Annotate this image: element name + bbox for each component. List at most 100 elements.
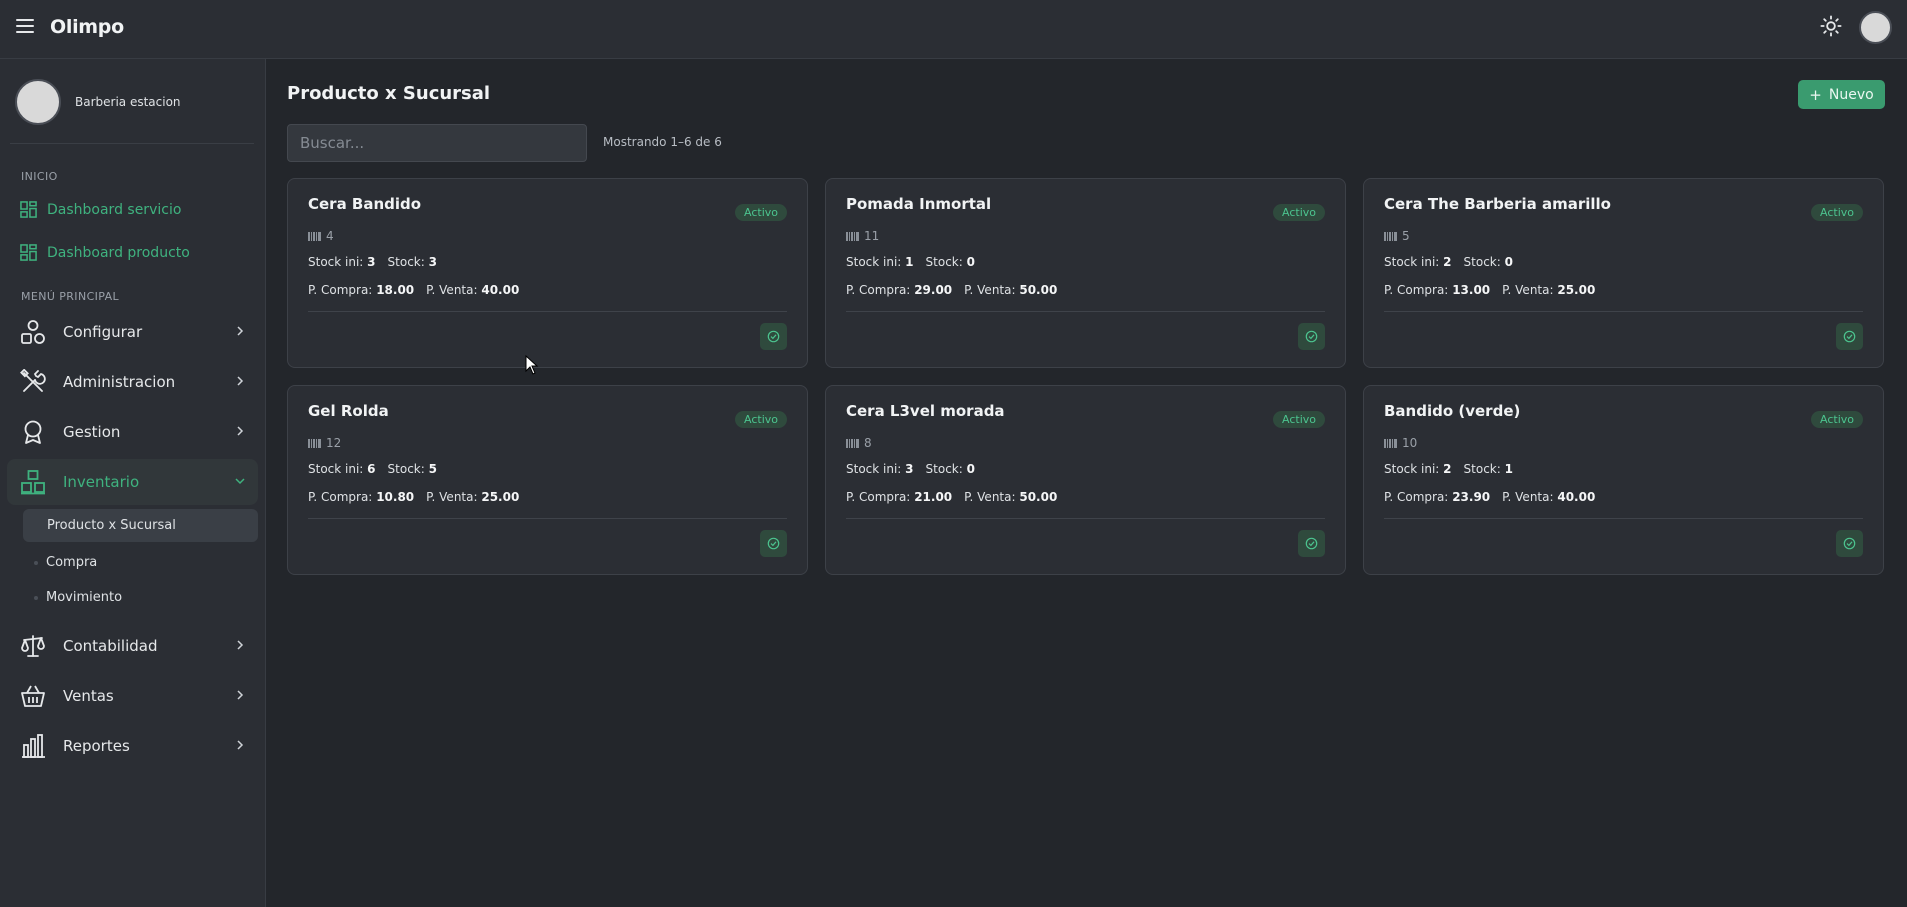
check-circle-icon[interactable] [1836,323,1863,350]
price-line: P. Compra: 29.00 P. Venta: 50.00 [846,283,1057,297]
p-compra-value: 18.00 [376,283,415,297]
product-name: Bandido (verde) [1384,402,1521,420]
stock-ini-value: 1 [905,255,914,269]
sidebar-item-dashboard-producto[interactable]: Dashboard producto [20,244,190,261]
check-circle-icon[interactable] [760,530,787,557]
sun-icon[interactable] [1820,15,1842,37]
inventario-label: Inventario [63,473,140,491]
stock-line: Stock ini: 6 Stock: 5 [308,462,437,476]
mouse-cursor-icon [525,355,539,375]
stock-line: Stock ini: 3 Stock: 3 [308,255,437,269]
basket-icon [21,685,45,707]
top-bar: Olimpo [0,0,1907,59]
product-card[interactable]: Gel Rolda Activo 12 Stock ini: 6 Stock: 5… [287,385,808,575]
grid-icon [20,244,37,261]
product-card[interactable]: Bandido (verde) Activo 10 Stock ini: 2 St… [1363,385,1884,575]
product-card[interactable]: Cera L3vel morada Activo 8 Stock ini: 3S… [825,385,1346,575]
price-line: P. Compra: 18.00 P. Venta: 40.00 [308,283,519,297]
sidebar-item-administracion[interactable]: Administracion [7,359,258,405]
stock-line: Stock ini: 3 Stock: 0 [846,462,975,476]
stock-line: Stock ini: 2 Stock: 1 [1384,462,1513,476]
configurar-label: Configurar [63,323,143,341]
price-line: P. Compra: 10.80 P. Venta: 25.00 [308,490,519,504]
sidebar-username: Barberia estacion [75,95,181,109]
bar-chart-icon [22,734,45,758]
product-code: 5 [1384,229,1410,243]
new-button-label: Nuevo [1828,86,1874,103]
sidebar-user: Barberia estacion [15,79,181,125]
check-circle-icon[interactable] [1836,530,1863,557]
p-compra-label: P. Compra: [1384,490,1449,504]
status-badge: Activo [735,411,787,428]
p-venta-value: 25.00 [1557,283,1596,297]
plus-icon: + [1809,85,1822,104]
product-code-value: 12 [326,436,342,450]
sidebar-item-contabilidad[interactable]: Contabilidad [7,623,258,669]
chevron-right-icon [237,326,244,336]
product-code: 10 [1384,436,1417,450]
chevron-down-icon [235,478,245,485]
p-venta-value: 25.00 [481,490,520,504]
stock-value: 5 [428,462,437,476]
barcode-icon [308,438,321,448]
new-button[interactable]: + Nuevo [1798,80,1885,109]
p-venta-label: P. Venta: [1502,283,1554,297]
stock-label: Stock: [387,462,425,476]
p-compra-label: P. Compra: [1384,283,1449,297]
stock-label: Stock: [387,255,425,269]
p-venta-label: P. Venta: [426,490,478,504]
p-venta-label: P. Venta: [964,283,1016,297]
product-card[interactable]: Pomada Inmortal Activo 11 Stock ini: 1 St… [825,178,1346,368]
product-card[interactable]: Cera Bandido Activo 4 Stock ini: 3 Stock:… [287,178,808,368]
card-divider [846,518,1325,519]
product-name: Pomada Inmortal [846,195,992,213]
sidebar-subitem-compra[interactable]: Compra [23,546,258,579]
price-line: P. Compra: 23.90 P. Venta: 40.00 [1384,490,1595,504]
p-venta-value: 50.00 [1019,283,1058,297]
stock-value: 0 [966,462,975,476]
sidebar-item-reportes[interactable]: Reportes [7,723,258,769]
section-inicio-label: INICIO [21,170,58,183]
product-card[interactable]: Cera The Barberia amarillo Activo 5 Stoc… [1363,178,1884,368]
price-line: P. Compra: 21.00 P. Venta: 50.00 [846,490,1057,504]
search-input[interactable] [287,124,587,162]
stock-line: Stock ini: 1 Stock: 0 [846,255,975,269]
p-venta-label: P. Venta: [426,283,478,297]
product-name: Cera L3vel morada [846,402,1005,420]
stock-ini-value: 2 [1443,255,1452,269]
sidebar-item-configurar[interactable]: Configurar [7,309,258,355]
check-circle-icon[interactable] [1298,530,1325,557]
sidebar-item-dashboard-servicio[interactable]: Dashboard servicio [20,201,181,218]
check-circle-icon[interactable] [760,323,787,350]
stock-value: 0 [966,255,975,269]
gestion-label: Gestion [63,423,121,441]
chevron-right-icon [237,740,244,750]
status-badge: Activo [735,204,787,221]
sidebar-subitem-movimiento[interactable]: Movimiento [23,581,258,614]
product-code: 11 [846,229,879,243]
bullet-icon [34,560,38,565]
sidebar-subitem-producto-sucursal[interactable]: Producto x Sucursal [23,509,258,542]
card-divider [846,311,1325,312]
sidebar-item-inventario[interactable]: Inventario [7,459,258,505]
sidebar-item-gestion[interactable]: Gestion [7,409,258,455]
barcode-icon [846,231,859,241]
product-code-value: 10 [1402,436,1418,450]
sidebar: Barberia estacion INICIO Dashboard servi… [0,59,266,907]
barcode-icon [308,231,321,241]
stock-ini-value: 3 [905,462,914,476]
ventas-label: Ventas [63,687,114,705]
sidebar-divider [10,143,254,144]
p-compra-label: P. Compra: [308,490,373,504]
status-badge: Activo [1811,204,1863,221]
sidebar-item-ventas[interactable]: Ventas [7,673,258,719]
user-avatar[interactable] [1859,11,1892,44]
hamburger-icon[interactable] [16,19,34,33]
reportes-label: Reportes [63,737,130,755]
chevron-right-icon [237,690,244,700]
administracion-label: Administracion [63,373,176,391]
price-line: P. Compra: 13.00 P. Venta: 25.00 [1384,283,1595,297]
stock-label: Stock: [925,462,963,476]
product-code-value: 8 [864,436,872,450]
check-circle-icon[interactable] [1298,323,1325,350]
